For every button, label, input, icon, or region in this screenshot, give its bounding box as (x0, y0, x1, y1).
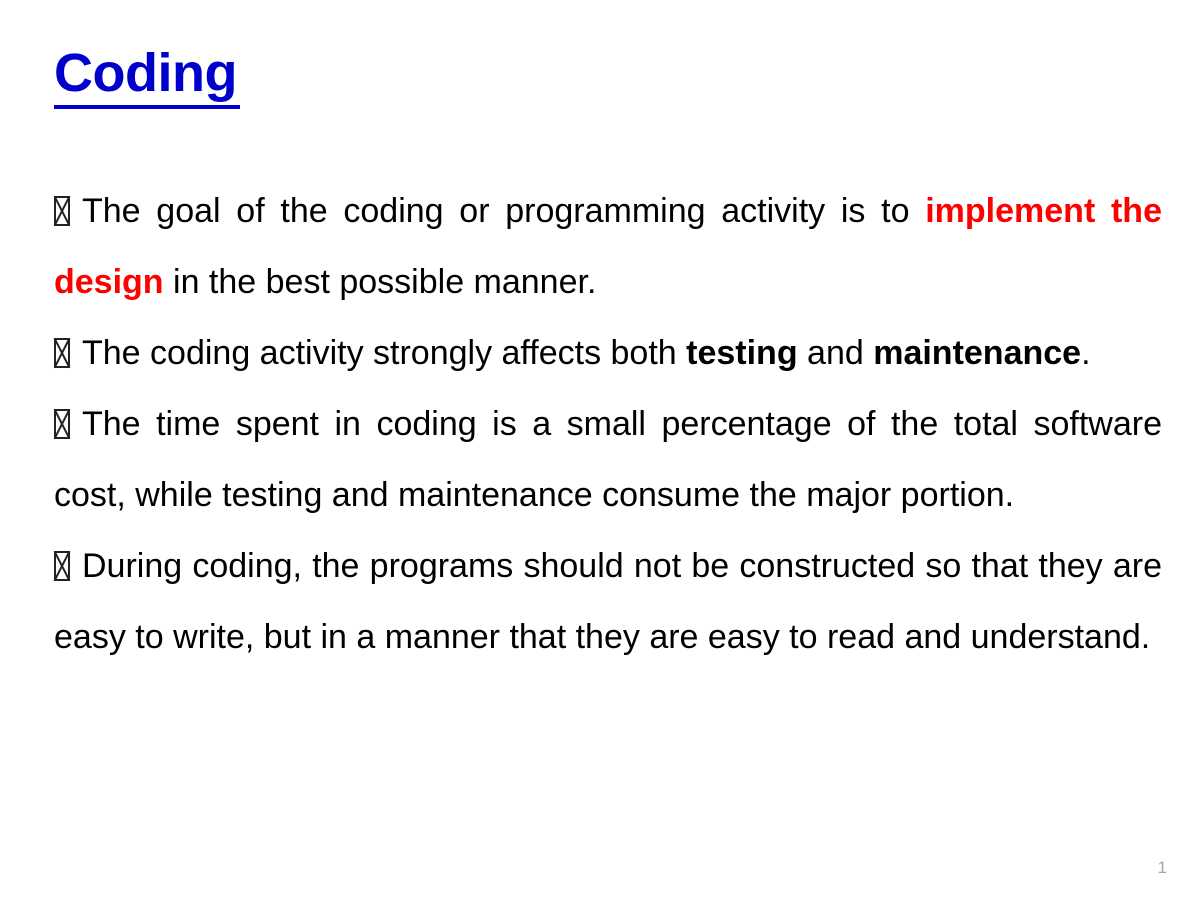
bullet-text-affects-part3: . (1081, 334, 1091, 372)
bullet-marker-icon (54, 338, 70, 368)
page-title: Coding (54, 44, 240, 110)
bullet-text-affects-part1: The coding activity strongly affects bot… (82, 334, 687, 372)
bullet-text-affects-emphasis-maintenance: maintenance (873, 334, 1082, 372)
bullet-paragraph-affects: The coding activity strongly affects bot… (54, 318, 1162, 389)
bullet-text-time: The time spent in coding is a small perc… (54, 405, 1162, 514)
bullet-text-affects-part2: and (797, 334, 874, 372)
page-number: 1 (1157, 858, 1167, 877)
bullet-text-goal-part1: The goal of the coding or programming ac… (82, 192, 926, 230)
bullet-paragraph-goal: The goal of the coding or programming ac… (54, 176, 1162, 318)
bullet-paragraph-readable: During coding, the programs should not b… (54, 531, 1162, 673)
slide-canvas: Coding The goal of the coding or program… (0, 0, 1200, 900)
bullet-paragraph-time: The time spent in coding is a small perc… (54, 389, 1162, 531)
bullet-marker-icon (54, 551, 70, 581)
page-title-text: Coding (54, 44, 240, 110)
bullet-text-goal-part2: in the best possible manner. (163, 263, 597, 301)
bullet-text-readable: During coding, the programs should not b… (54, 547, 1162, 656)
bullet-marker-icon (54, 196, 70, 226)
bullet-text-affects-emphasis-testing: testing (686, 334, 798, 372)
bullet-marker-icon (54, 409, 70, 439)
slide-body: The goal of the coding or programming ac… (54, 176, 1162, 673)
